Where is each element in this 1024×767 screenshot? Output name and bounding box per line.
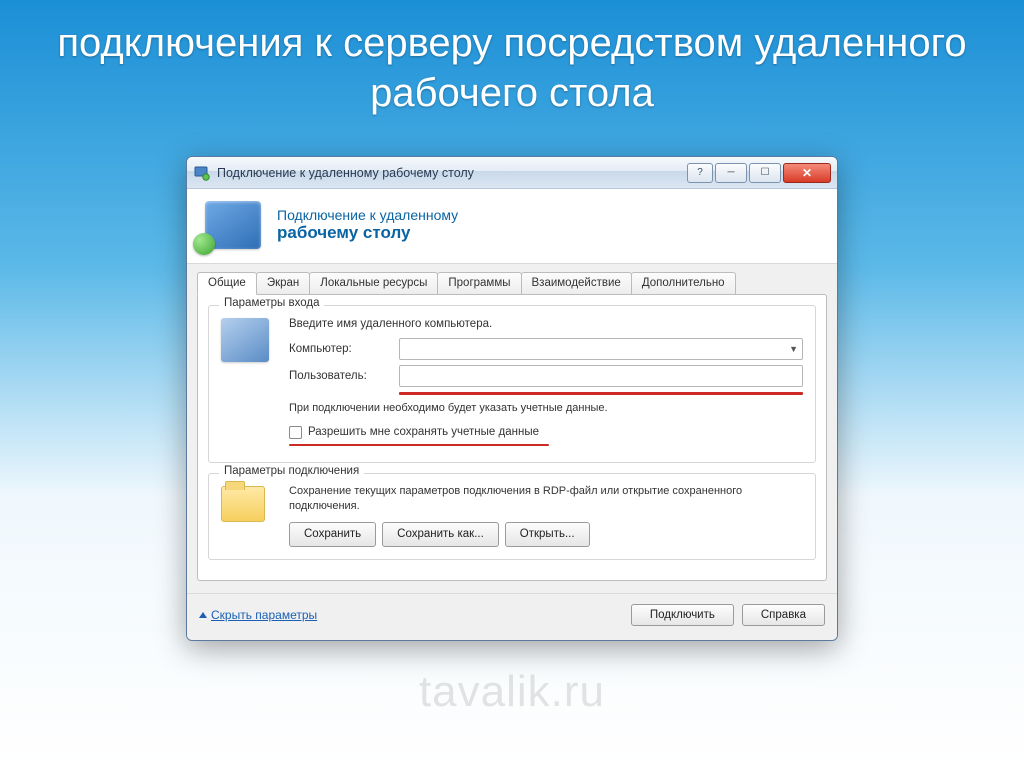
chevron-down-icon: ▼: [789, 343, 798, 357]
connect-button[interactable]: Подключить: [631, 604, 734, 626]
save-button[interactable]: Сохранить: [289, 522, 376, 547]
hide-options-link[interactable]: Скрыть параметры: [199, 608, 317, 622]
connection-legend: Параметры подключения: [219, 465, 364, 477]
tab-display[interactable]: Экран: [256, 272, 310, 294]
folder-icon: [221, 486, 265, 522]
tab-advanced[interactable]: Дополнительно: [631, 272, 736, 294]
annotation-underline-checkbox: [289, 444, 549, 447]
tab-general[interactable]: Общие: [197, 272, 257, 295]
header-band: Подключение к удаленному рабочему столу: [187, 189, 837, 264]
header-line1: Подключение к удаленному: [277, 207, 458, 223]
tab-body-general: Параметры входа Введите имя удаленного к…: [197, 294, 827, 581]
login-group: Параметры входа Введите имя удаленного к…: [208, 305, 816, 463]
help-footer-button[interactable]: Справка: [742, 604, 825, 626]
user-label: Пользователь:: [289, 368, 399, 385]
slide-title: подключения к серверу посредством удален…: [0, 0, 1024, 128]
computer-icon: [221, 318, 269, 362]
tab-local-resources[interactable]: Локальные ресурсы: [309, 272, 438, 294]
save-credentials-checkbox[interactable]: [289, 426, 302, 439]
tab-programs[interactable]: Программы: [437, 272, 521, 294]
user-input[interactable]: [399, 365, 803, 387]
titlebar[interactable]: Подключение к удаленному рабочему столу …: [187, 157, 837, 189]
annotation-underline-user: [399, 392, 803, 395]
login-instruction: Введите имя удаленного компьютера.: [289, 316, 803, 333]
minimize-button[interactable]: ─: [715, 163, 747, 183]
computer-label: Компьютер:: [289, 341, 399, 358]
rdp-window: Подключение к удаленному рабочему столу …: [186, 156, 838, 641]
connection-desc: Сохранение текущих параметров подключени…: [289, 484, 803, 514]
window-title: Подключение к удаленному рабочему столу: [217, 166, 685, 180]
watermark: tavalik.ru: [419, 667, 605, 717]
connection-group: Параметры подключения Сохранение текущих…: [208, 473, 816, 560]
login-legend: Параметры входа: [219, 297, 324, 309]
footer: Скрыть параметры Подключить Справка: [187, 593, 837, 640]
app-icon: [193, 164, 211, 182]
save-credentials-label: Разрешить мне сохранять учетные данные: [308, 424, 539, 441]
arrow-up-icon: [199, 612, 207, 618]
open-button[interactable]: Открыть...: [505, 522, 590, 547]
credentials-note: При подключении необходимо будет указать…: [289, 401, 803, 416]
maximize-button[interactable]: ☐: [749, 163, 781, 183]
header-line2: рабочему столу: [277, 223, 458, 243]
help-button[interactable]: ?: [687, 163, 713, 183]
rdp-logo-icon: [205, 201, 261, 249]
tabs-row: Общие Экран Локальные ресурсы Программы …: [197, 272, 827, 294]
close-button[interactable]: ✕: [783, 163, 831, 183]
save-as-button[interactable]: Сохранить как...: [382, 522, 499, 547]
tab-experience[interactable]: Взаимодействие: [521, 272, 632, 294]
computer-combobox[interactable]: ▼: [399, 338, 803, 360]
